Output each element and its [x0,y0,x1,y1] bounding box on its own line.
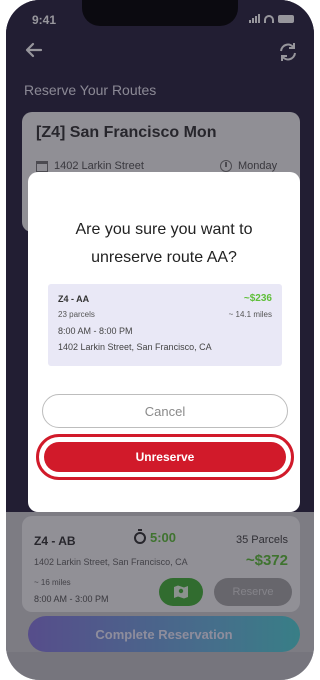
summary-parcels: 23 parcels [58,310,95,319]
summary-miles: ~ 14.1 miles [228,310,272,319]
summary-address: 1402 Larkin Street, San Francisco, CA [58,342,212,352]
unreserve-highlight: Unreserve [36,434,294,480]
summary-hours: 8:00 AM - 8:00 PM [58,326,133,336]
cancel-button[interactable]: Cancel [42,394,288,428]
route-summary: Z4 - AA ~$236 23 parcels ~ 14.1 miles 8:… [48,284,282,366]
summary-route-name: Z4 - AA [58,294,90,304]
dialog-question-line1: Are you sure you want to [75,221,253,238]
unreserve-dialog: Are you sure you want to unreserve route… [28,172,300,512]
unreserve-button[interactable]: Unreserve [44,442,286,472]
dialog-question-line2: unreserve route AA? [91,249,237,266]
summary-price: ~$236 [243,293,272,304]
dialog-question: Are you sure you want to unreserve route… [28,216,300,272]
